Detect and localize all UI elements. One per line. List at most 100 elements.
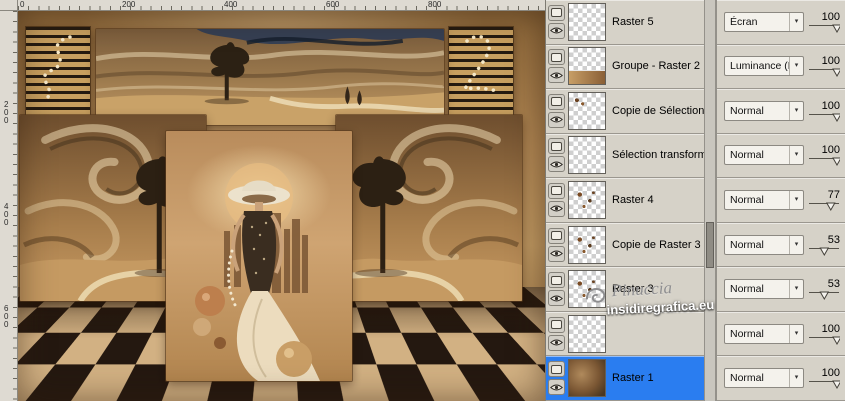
- layer-visibility-toggle[interactable]: [548, 156, 565, 173]
- blend-mode-dropdown[interactable]: Normal ▾: [724, 234, 804, 255]
- canvas[interactable]: [18, 11, 545, 401]
- h-ruler-label: 400: [224, 0, 238, 9]
- opacity-value[interactable]: 100: [822, 55, 840, 67]
- layer-controls-row: Écran ▾ 100: [717, 0, 845, 45]
- opacity-slider[interactable]: [808, 157, 840, 167]
- layer-row[interactable]: Sélection transformée: [546, 133, 704, 179]
- layer-thumbnail-art: [569, 48, 605, 85]
- layer-visibility-toggle[interactable]: [548, 111, 565, 128]
- layer-visibility-toggle[interactable]: [548, 67, 565, 84]
- opacity-value[interactable]: 100: [822, 11, 840, 23]
- layer-visibility-toggle[interactable]: [548, 245, 565, 262]
- layer-row[interactable]: [546, 311, 704, 357]
- layer-type-icon: [551, 364, 562, 374]
- layer-controls-row: Normal ▾ 100: [717, 311, 845, 357]
- layer-toggle-column: [548, 93, 565, 128]
- opacity-value[interactable]: 100: [822, 144, 840, 156]
- opacity-slider[interactable]: [808, 68, 840, 78]
- layer-thumbnail-art: [569, 92, 605, 129]
- layer-thumbnail-art: [569, 137, 605, 174]
- layer-thumbnail[interactable]: [568, 225, 606, 264]
- blend-mode-dropdown[interactable]: Normal ▾: [724, 368, 804, 389]
- opacity-slider[interactable]: [808, 113, 840, 122]
- scrollbar-thumb[interactable]: [705, 222, 714, 268]
- layer-visibility-toggle[interactable]: [548, 22, 565, 39]
- opacity-slider[interactable]: [808, 336, 840, 345]
- layer-row[interactable]: Copie de Sélection transfé: [546, 89, 704, 134]
- horizontal-ruler[interactable]: 0 200 400 600 800: [18, 0, 545, 11]
- layer-badge-icon[interactable]: [548, 227, 565, 244]
- opacity-value[interactable]: 77: [828, 189, 840, 201]
- layer-visibility-toggle[interactable]: [548, 290, 565, 307]
- blend-mode-label: Normal: [730, 149, 764, 162]
- layer-badge-icon[interactable]: [548, 49, 565, 66]
- layer-badge-icon[interactable]: [548, 182, 565, 199]
- layer-name: Raster 4: [612, 193, 654, 206]
- layer-type-icon: [551, 320, 562, 330]
- blend-mode-dropdown[interactable]: Normal ▾: [724, 279, 804, 300]
- layer-toggle-column: [548, 272, 565, 307]
- opacity-slider[interactable]: [808, 380, 840, 390]
- chevron-down-icon: ▾: [789, 369, 803, 388]
- layer-thumbnail[interactable]: [568, 180, 606, 219]
- layer-row[interactable]: Raster 3: [546, 267, 704, 312]
- layers-scrollbar[interactable]: [703, 0, 716, 401]
- layer-toggle-column: [548, 49, 565, 84]
- layer-row[interactable]: Groupe - Raster 2: [546, 44, 704, 90]
- layer-controls-row: Normal ▾ 100: [717, 356, 845, 401]
- layer-thumbnail[interactable]: [568, 270, 606, 309]
- layer-badge-icon[interactable]: [548, 138, 565, 155]
- opacity-value[interactable]: 53: [828, 278, 840, 290]
- opacity-value[interactable]: 100: [822, 367, 840, 379]
- layer-toggle-column: [548, 316, 565, 351]
- layer-visibility-toggle[interactable]: [548, 200, 565, 217]
- blend-mode-dropdown[interactable]: Luminance (H) ▾: [724, 56, 804, 77]
- layer-type-icon: [551, 231, 562, 241]
- opacity-control: 53: [804, 278, 840, 301]
- blend-mode-dropdown[interactable]: Normal ▾: [724, 189, 804, 210]
- layer-thumbnail[interactable]: [568, 136, 606, 175]
- layer-badge-icon[interactable]: [548, 93, 565, 110]
- layer-thumbnail[interactable]: [568, 359, 606, 398]
- opacity-value[interactable]: 100: [822, 100, 840, 112]
- blend-mode-dropdown[interactable]: Normal ▾: [724, 145, 804, 166]
- layer-badge-icon[interactable]: [548, 316, 565, 333]
- layer-thumbnail-art: [569, 271, 605, 308]
- layer-row[interactable]: Raster 5: [546, 0, 704, 45]
- artwork-top-landscape-panel: [96, 29, 444, 125]
- layer-controls-row: Normal ▾ 53: [717, 222, 845, 268]
- layer-toggle-column: [548, 361, 565, 396]
- layer-controls-row: Normal ▾ 100: [717, 133, 845, 179]
- app-window: 0 200 400 600 800 200 400 600 Raster 5 G…: [0, 0, 845, 401]
- layer-visibility-toggle[interactable]: [548, 379, 565, 396]
- ruler-corner: [0, 0, 18, 11]
- layer-thumbnail[interactable]: [568, 91, 606, 130]
- opacity-value[interactable]: 53: [828, 234, 840, 246]
- layer-row[interactable]: Raster 1: [546, 356, 704, 401]
- layer-visibility-toggle[interactable]: [548, 334, 565, 351]
- layer-name: Copie de Sélection transfé: [612, 104, 704, 117]
- opacity-slider[interactable]: [808, 291, 840, 301]
- layer-thumbnail[interactable]: [568, 314, 606, 353]
- layer-thumbnail-art: [569, 226, 605, 263]
- layer-thumbnail[interactable]: [568, 2, 606, 41]
- blend-mode-dropdown[interactable]: Normal ▾: [724, 100, 804, 121]
- opacity-slider[interactable]: [808, 247, 840, 256]
- opacity-value[interactable]: 100: [822, 323, 840, 335]
- blend-mode-dropdown[interactable]: Écran ▾: [724, 11, 804, 32]
- layer-badge-icon[interactable]: [548, 4, 565, 21]
- opacity-slider[interactable]: [808, 202, 840, 211]
- layer-toggle-column: [548, 138, 565, 173]
- layer-badge-icon[interactable]: [548, 272, 565, 289]
- opacity-control: 53: [804, 234, 840, 256]
- layer-row[interactable]: Raster 4: [546, 178, 704, 223]
- blend-mode-dropdown[interactable]: Normal ▾: [724, 323, 804, 344]
- vertical-ruler[interactable]: 200 400 600: [0, 11, 18, 401]
- opacity-slider[interactable]: [808, 24, 840, 33]
- eye-icon: [550, 72, 563, 79]
- eye-icon: [550, 161, 563, 168]
- layer-row[interactable]: Copie de Raster 3: [546, 222, 704, 268]
- layer-thumbnail[interactable]: [568, 47, 606, 86]
- chevron-down-icon: ▾: [789, 324, 803, 343]
- layer-badge-icon[interactable]: [548, 361, 565, 378]
